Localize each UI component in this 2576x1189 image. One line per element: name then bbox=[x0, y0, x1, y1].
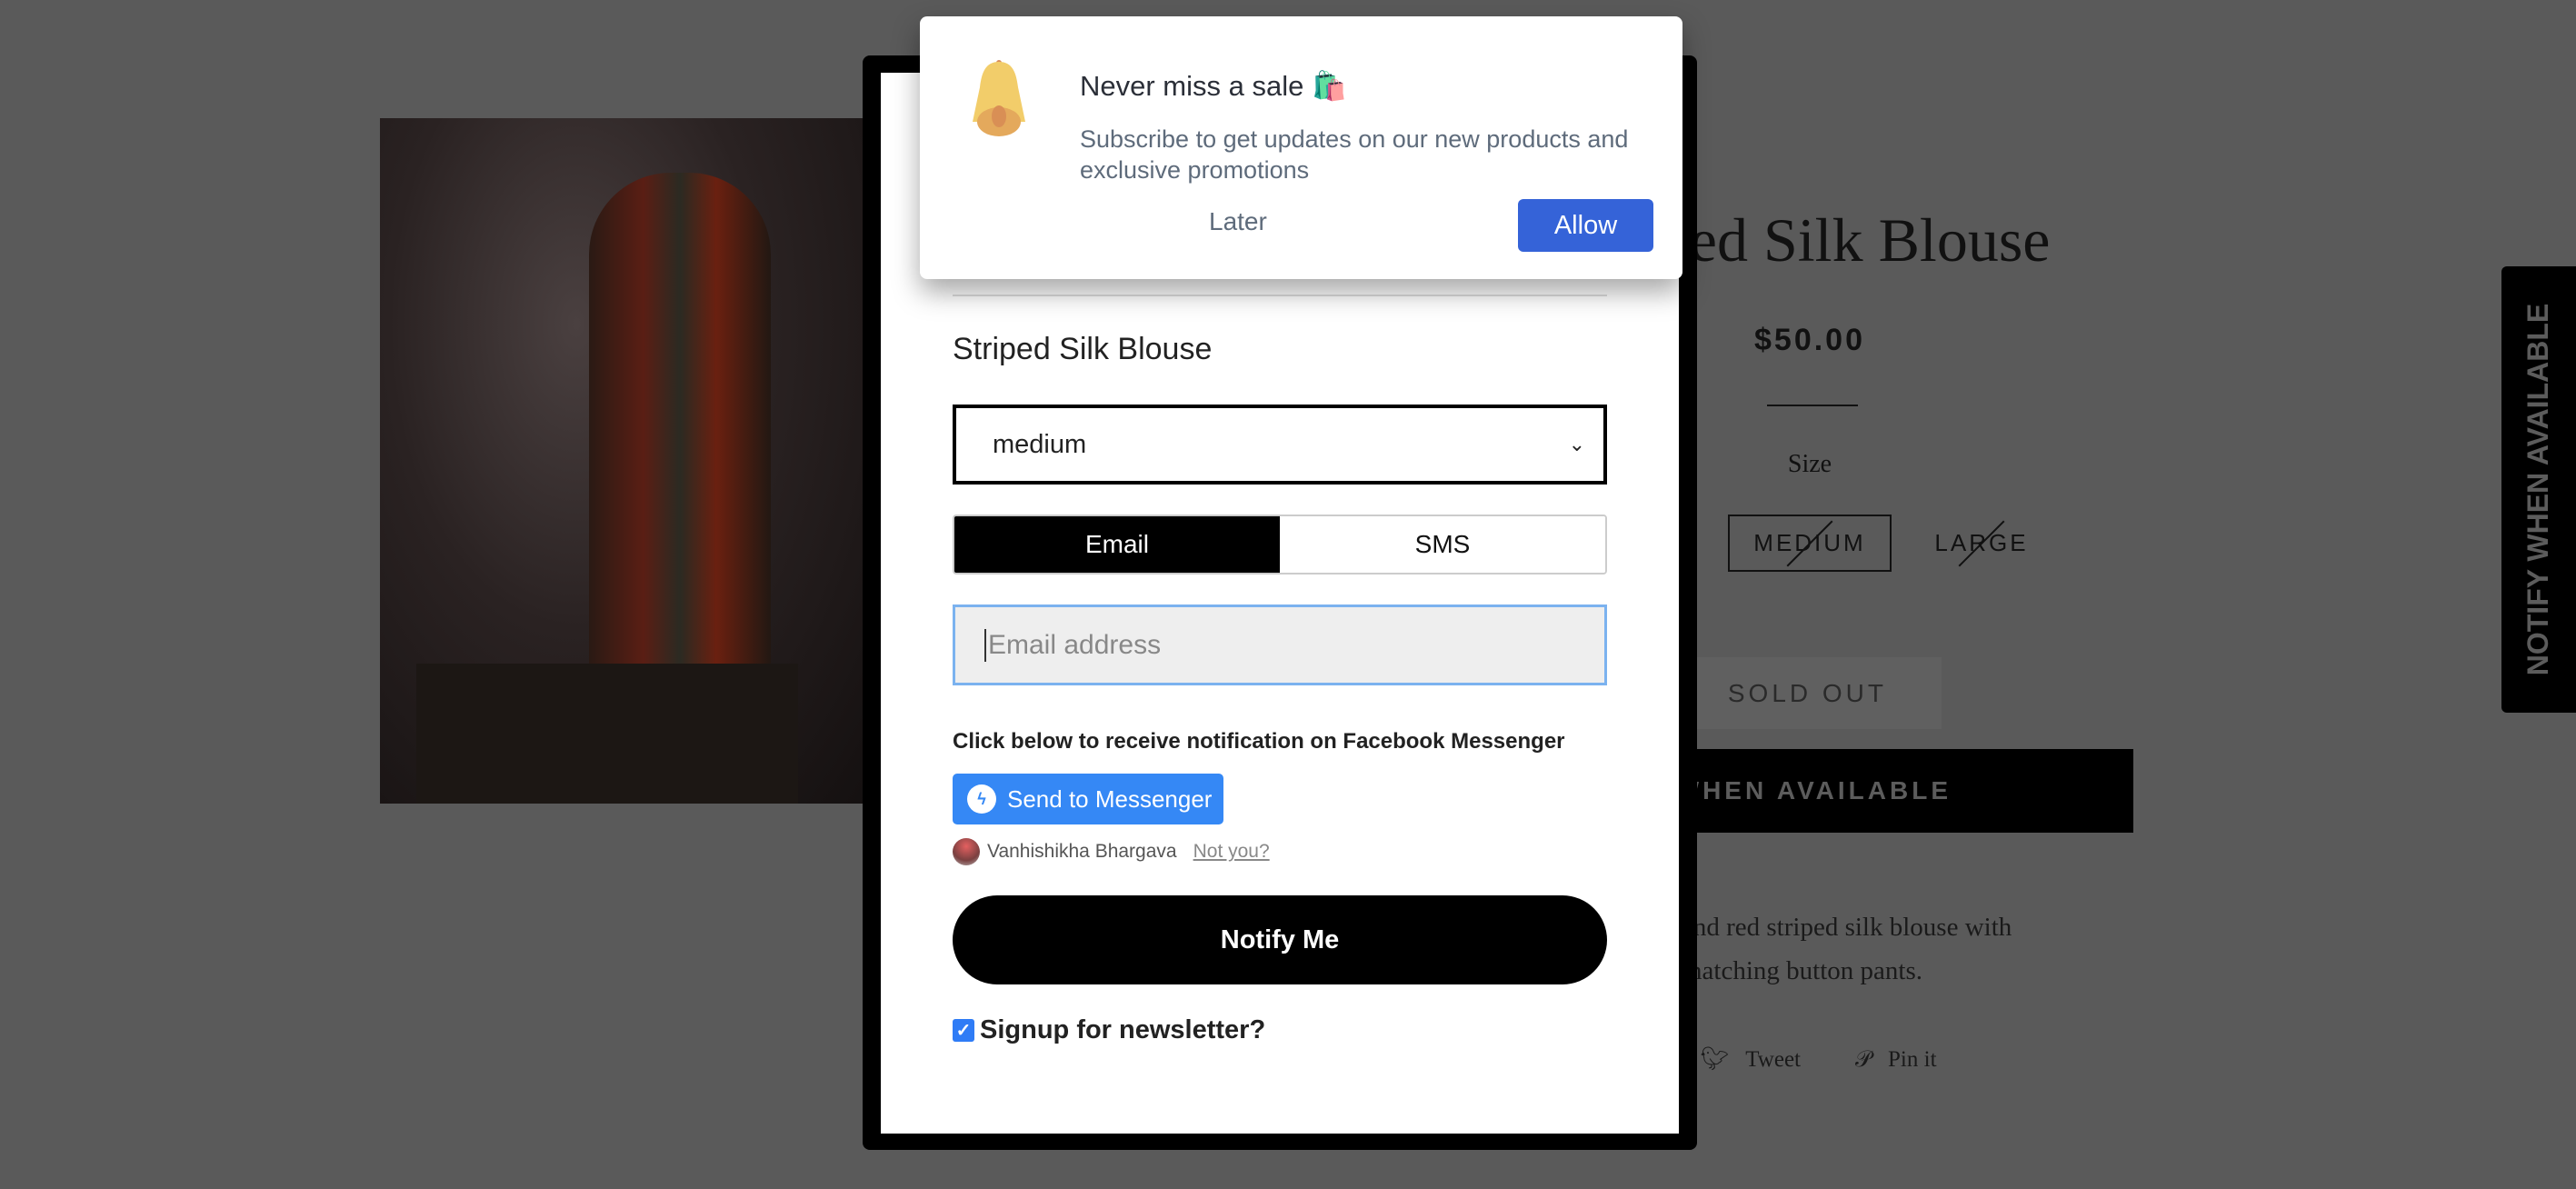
newsletter-label[interactable]: Signup for newsletter? bbox=[980, 1015, 1265, 1045]
channel-tabs: Email SMS bbox=[953, 515, 1607, 575]
email-placeholder: Email address bbox=[988, 629, 1162, 660]
share-label: Tweet bbox=[1745, 1047, 1801, 1072]
later-button[interactable]: Later bbox=[1209, 207, 1267, 236]
prompt-title: Never miss a sale 🛍️ bbox=[1080, 70, 1347, 102]
allow-button[interactable]: Allow bbox=[1518, 199, 1653, 252]
messenger-label: Click below to receive notification on F… bbox=[953, 729, 1565, 754]
newsletter-option: ✓ Signup for newsletter? bbox=[953, 1015, 1265, 1045]
twitter-icon: 🐦︎ bbox=[1700, 1045, 1730, 1072]
newsletter-checkbox[interactable]: ✓ bbox=[953, 1019, 974, 1042]
size-option-medium[interactable]: MEDIUM bbox=[1728, 515, 1892, 572]
side-tab-label: NOTIFY WHEN AVAILABLE bbox=[2521, 303, 2555, 676]
chevron-down-icon: ⌄ bbox=[1568, 433, 1585, 455]
size-label: Size bbox=[1787, 450, 1832, 478]
email-input[interactable]: Email address bbox=[953, 604, 1607, 685]
bell-icon bbox=[973, 60, 1025, 136]
notification-prompt: Never miss a sale 🛍️ Subscribe to get up… bbox=[920, 16, 1682, 279]
share-label: Pin it bbox=[1888, 1047, 1937, 1072]
divider bbox=[1767, 405, 1858, 406]
tab-email[interactable]: Email bbox=[954, 516, 1280, 573]
avatar bbox=[953, 838, 980, 865]
variant-select-value: medium bbox=[993, 429, 1087, 459]
pinterest-icon: 𝒫 bbox=[1855, 1045, 1872, 1072]
send-to-messenger-label: Send to Messenger bbox=[1007, 784, 1213, 813]
variant-select[interactable]: medium ⌄ bbox=[953, 405, 1607, 485]
divider bbox=[953, 295, 1607, 296]
modal-product-title: Striped Silk Blouse bbox=[953, 332, 1213, 366]
product-image bbox=[380, 118, 871, 804]
send-to-messenger-button[interactable]: ϟ Send to Messenger bbox=[953, 774, 1223, 824]
messenger-icon: ϟ bbox=[967, 784, 996, 814]
product-description-line: matching button pants. bbox=[1682, 956, 1922, 985]
product-description-line: and red striped silk blouse with bbox=[1682, 913, 2012, 942]
prompt-body: Subscribe to get updates on our new prod… bbox=[1080, 125, 1629, 184]
messenger-user: Vanhishikha Bhargava Not you? bbox=[953, 838, 1270, 865]
product-price: $50.00 bbox=[1754, 323, 1865, 357]
share-pinterest-link[interactable]: 𝒫 Pin it bbox=[1855, 1045, 1937, 1073]
not-you-link[interactable]: Not you? bbox=[1193, 841, 1270, 863]
notify-side-tab[interactable]: NOTIFY WHEN AVAILABLE bbox=[2501, 266, 2576, 713]
share-twitter-link[interactable]: 🐦︎ Tweet bbox=[1701, 1045, 1801, 1073]
notify-me-button[interactable]: Notify Me bbox=[953, 895, 1607, 984]
user-name: Vanhishikha Bhargava bbox=[987, 841, 1177, 862]
size-option-large[interactable]: LARGE bbox=[1927, 515, 2036, 572]
shopping-bags-icon: 🛍️ bbox=[1311, 70, 1347, 102]
tab-sms[interactable]: SMS bbox=[1280, 516, 1605, 573]
